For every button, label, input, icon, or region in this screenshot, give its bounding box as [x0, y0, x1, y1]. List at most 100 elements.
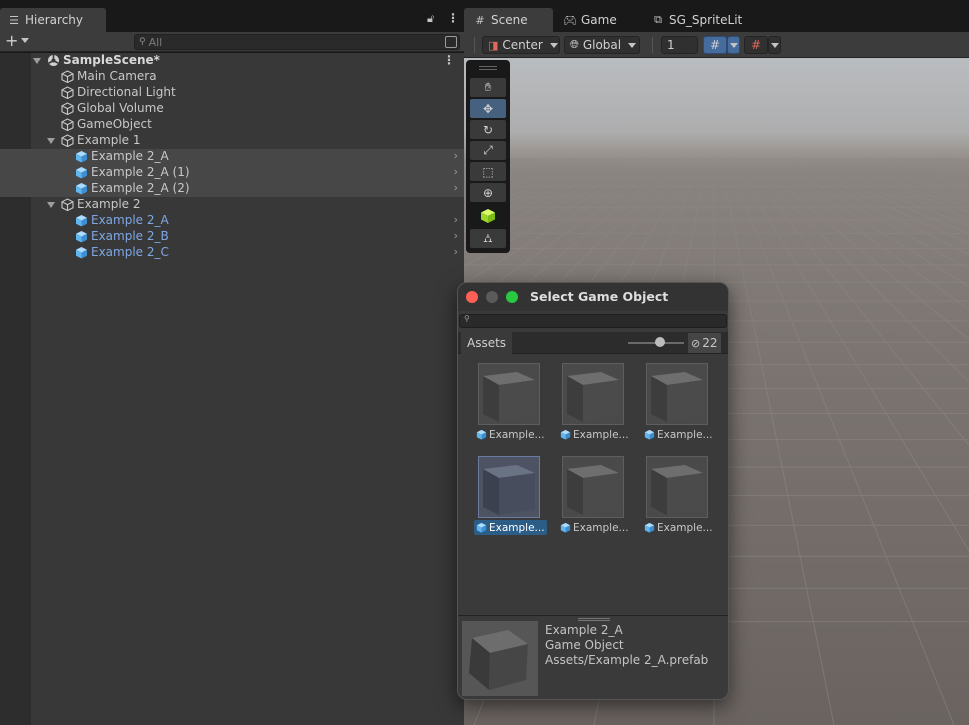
add-dropdown-caret-icon[interactable]	[21, 38, 29, 43]
hierarchy-tab[interactable]: ☰ Hierarchy	[0, 8, 106, 32]
transform-tool-button[interactable]: ⊕	[470, 183, 506, 202]
expand-arrow-icon[interactable]	[33, 58, 41, 64]
gameobject-cube-icon	[61, 134, 74, 147]
expand-arrow-icon[interactable]	[47, 138, 55, 144]
pivot-rotation-dropdown[interactable]: 🌐︎ Global	[564, 36, 640, 54]
hidden-items-toggle[interactable]: ⊘ 22	[688, 333, 721, 353]
close-button[interactable]	[466, 291, 478, 303]
rotate-icon: ↻	[482, 122, 494, 137]
asset-thumbnail[interactable]	[562, 456, 624, 518]
tab-game[interactable]: 🎮︎ Game	[554, 8, 617, 32]
hierarchy-row[interactable]: Example 2	[0, 197, 464, 213]
search-options-icon[interactable]	[445, 36, 457, 48]
scene-options-icon[interactable]: ⋮	[443, 53, 455, 67]
preview-resize-grip[interactable]	[578, 618, 610, 621]
prefab-cube-icon	[76, 183, 87, 195]
list-icon: ☰	[9, 13, 19, 27]
rotate-tool-button[interactable]: ↻	[470, 120, 506, 139]
chevron-right-icon[interactable]: ›	[454, 213, 458, 226]
more-options-icon[interactable]: ⋮	[447, 11, 459, 25]
preview-image	[462, 621, 538, 696]
hierarchy-row-label: Example 2_A	[91, 213, 169, 227]
prefab-cube-icon	[76, 167, 87, 179]
window-titlebar[interactable]: Select Game Object	[458, 283, 728, 311]
hierarchy-row[interactable]: Example 2_A (1) ›	[0, 165, 464, 181]
chevron-down-icon	[770, 42, 779, 48]
chevron-down-icon	[549, 42, 558, 48]
hierarchy-row[interactable]: GameObject	[0, 117, 464, 133]
custom-tool-button[interactable]	[470, 206, 506, 225]
asset-thumbnail[interactable]	[646, 456, 708, 518]
asset-thumbnail[interactable]	[478, 363, 540, 425]
grid-snap-icon: #	[709, 38, 721, 52]
tab-scene[interactable]: # Scene	[464, 8, 553, 32]
hand-tool-button[interactable]: ✋︎	[470, 78, 506, 97]
chevron-right-icon[interactable]: ›	[454, 149, 458, 162]
lock-icon[interactable]: 🔓︎	[427, 12, 434, 26]
hierarchy-row[interactable]: Global Volume	[0, 101, 464, 117]
tab-sg-spritelit[interactable]: ⧉ SG_SpriteLit	[642, 8, 742, 32]
hierarchy-row-label: Example 2_A (1)	[91, 165, 190, 179]
asset-thumbnail[interactable]	[478, 456, 540, 518]
object-search-input[interactable]: ⚲	[459, 314, 727, 328]
pivot-mode-dropdown[interactable]: ◨ Center	[482, 36, 560, 54]
asset-label[interactable]: Example...	[642, 520, 715, 535]
asset-label[interactable]: Example...	[474, 427, 547, 442]
asset-label[interactable]: Example...	[474, 520, 547, 535]
scale-tool-button[interactable]: ⤢	[470, 141, 506, 160]
asset-label-text: Example...	[573, 521, 629, 534]
hierarchy-row[interactable]: Example 2_C ›	[0, 245, 464, 261]
picker-tabrow: Assets ⊘ 22	[458, 332, 728, 354]
search-icon: ⚲	[139, 37, 146, 47]
hierarchy-search-input[interactable]: ⚲ All	[134, 34, 460, 50]
slider-handle[interactable]	[655, 337, 665, 347]
asset-label[interactable]: Example...	[558, 520, 631, 535]
hierarchy-row-label: Example 2_A (2)	[91, 181, 190, 195]
pivot-mode-label: Center	[502, 38, 543, 52]
hierarchy-row[interactable]: Directional Light	[0, 85, 464, 101]
hierarchy-row-label: Example 2	[77, 197, 141, 211]
component-tools-button[interactable]: ⛼	[470, 229, 506, 248]
scene-tools-overlay: ✋︎ ✥ ↻ ⤢ ⬚ ⊕ ⛼	[466, 60, 510, 253]
expand-arrow-icon[interactable]	[47, 202, 55, 208]
rect-tool-button[interactable]: ⬚	[470, 162, 506, 181]
hierarchy-row-label: Example 2_B	[91, 229, 169, 243]
hierarchy-row[interactable]: Example 2_A (2) ›	[0, 181, 464, 197]
add-icon[interactable]: +	[5, 33, 18, 49]
prefab-cube-icon	[644, 522, 655, 533]
asset-thumbnail[interactable]	[562, 363, 624, 425]
asset-thumbnail[interactable]	[646, 363, 708, 425]
increment-snap-dropdown[interactable]	[768, 36, 781, 54]
globe-icon: 🌐︎	[570, 38, 579, 51]
cube-preview-icon	[647, 457, 707, 517]
tab-assets[interactable]: Assets	[461, 332, 513, 354]
move-tool-button[interactable]: ✥	[470, 99, 506, 118]
hierarchy-row[interactable]: Example 2_A ›	[0, 213, 464, 229]
gameobject-cube-icon	[61, 118, 74, 131]
hierarchy-row[interactable]: Example 2_B ›	[0, 229, 464, 245]
minimize-button[interactable]	[486, 291, 498, 303]
grid-snap-button[interactable]: #	[703, 36, 727, 54]
prefab-cube-icon	[560, 429, 571, 440]
hierarchy-row[interactable]: Example 1	[0, 133, 464, 149]
chevron-right-icon[interactable]: ›	[454, 229, 458, 242]
prefab-cube-icon	[644, 429, 655, 440]
preview-divider	[458, 615, 728, 616]
hierarchy-tab-label: Hierarchy	[25, 13, 84, 27]
chevron-right-icon[interactable]: ›	[454, 181, 458, 194]
hierarchy-row[interactable]: Example 2_A ›	[0, 149, 464, 165]
hierarchy-row[interactable]: Main Camera	[0, 69, 464, 85]
maximize-button[interactable]	[506, 291, 518, 303]
toolbar-separator	[474, 37, 475, 53]
asset-label[interactable]: Example...	[558, 427, 631, 442]
chevron-right-icon[interactable]: ›	[454, 245, 458, 258]
asset-label-text: Example...	[489, 428, 545, 441]
grid-increment-field[interactable]: 1	[661, 36, 698, 54]
grid-snap-dropdown[interactable]	[727, 36, 740, 54]
overlay-grip[interactable]	[479, 66, 497, 70]
scene-row[interactable]: SampleScene* ⋮	[0, 53, 464, 69]
chevron-right-icon[interactable]: ›	[454, 165, 458, 178]
increment-snap-button[interactable]: #	[744, 36, 768, 54]
eye-slash-icon: ⊘	[691, 336, 701, 350]
asset-label[interactable]: Example...	[642, 427, 715, 442]
